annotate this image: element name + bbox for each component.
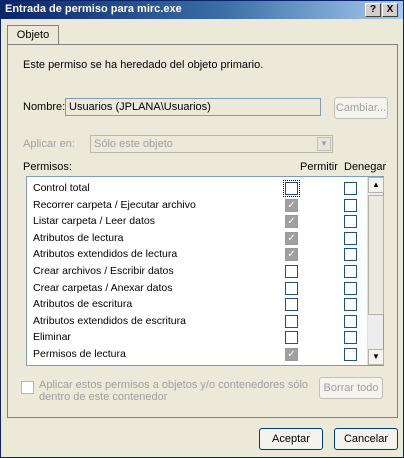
deny-checkbox[interactable] <box>344 231 357 245</box>
permission-row: Atributos extendidos de escritura <box>27 313 367 329</box>
deny-checkbox[interactable] <box>344 215 357 229</box>
deny-header: Denegar <box>344 161 387 173</box>
allow-checkbox[interactable] <box>285 314 298 328</box>
permission-entry-dialog: Entrada de permiso para mirc.exe ? X Obj… <box>0 0 404 458</box>
permission-row: Crear carpetas / Anexar datos <box>27 280 367 296</box>
allow-checkbox[interactable]: ✓ <box>285 348 298 361</box>
apply-to-label: Aplicar en: <box>23 138 75 150</box>
window-title: Entrada de permiso para mirc.exe <box>5 3 182 15</box>
permission-row: Atributos extendidos de lectura ✓ <box>27 246 367 262</box>
deny-checkbox[interactable] <box>344 248 357 262</box>
permission-row: Listar carpeta / Leer datos ✓ <box>27 213 367 229</box>
permission-row: Eliminar <box>27 329 367 345</box>
scroll-down-icon[interactable]: ▼ <box>368 349 384 365</box>
help-button[interactable]: ? <box>365 3 381 17</box>
permission-row: Crear archivos / Escribir datos <box>27 263 367 279</box>
deny-checkbox[interactable] <box>344 348 357 361</box>
permission-name: Eliminar <box>33 331 71 344</box>
permission-name: Control total <box>33 182 90 194</box>
close-button[interactable]: X <box>382 3 398 17</box>
permission-name: Crear archivos / Escribir datos <box>33 265 174 277</box>
allow-checkbox[interactable] <box>285 331 298 345</box>
deny-checkbox[interactable] <box>344 331 357 345</box>
permissions-list: ▲ ▼ Control total Recorrer carpeta / Ejec… <box>26 176 384 366</box>
deny-checkbox[interactable] <box>344 182 357 195</box>
permission-name: Atributos extendidos de lectura <box>33 248 178 261</box>
clear-all-button[interactable]: Borrar todo <box>319 377 383 399</box>
allow-checkbox[interactable]: ✓ <box>285 215 298 229</box>
deny-checkbox[interactable] <box>344 298 357 312</box>
permission-name: Listar carpeta / Leer datos <box>33 215 155 228</box>
permission-name: Atributos de escritura <box>33 298 133 311</box>
permission-name: Crear carpetas / Anexar datos <box>33 281 173 294</box>
deny-checkbox[interactable] <box>344 281 357 295</box>
permission-name: Atributos de lectura <box>33 231 124 244</box>
allow-checkbox[interactable]: ✓ <box>285 248 298 262</box>
permission-name: Atributos extendidos de escritura <box>33 314 186 327</box>
cancel-button[interactable]: Cancelar <box>334 428 398 450</box>
apply-children-label-2: dentro de este contenedor <box>39 391 168 403</box>
name-label: Nombre: <box>23 101 66 113</box>
permission-row: Atributos de escritura <box>27 296 367 312</box>
permission-row: Permisos de lectura ✓ <box>27 346 367 362</box>
permission-name: Recorrer carpeta / Ejecutar archivo <box>33 198 196 211</box>
deny-checkbox[interactable] <box>344 265 357 278</box>
allow-checkbox[interactable]: ✓ <box>285 231 298 245</box>
deny-checkbox[interactable] <box>344 314 357 328</box>
allow-checkbox[interactable] <box>285 265 298 278</box>
change-button[interactable]: Cambiar... <box>334 97 388 119</box>
permissions-header: Permisos: <box>23 161 72 173</box>
permission-row: Recorrer carpeta / Ejecutar archivo ✓ <box>27 197 367 213</box>
inherited-message: Este permiso se ha heredado del objeto p… <box>23 59 264 71</box>
allow-checkbox[interactable] <box>283 180 300 197</box>
allow-checkbox[interactable] <box>285 281 298 295</box>
allow-checkbox[interactable] <box>285 298 298 312</box>
title-bar[interactable]: Entrada de permiso para mirc.exe ? X <box>1 1 403 19</box>
combo-arrow-icon[interactable]: ▼ <box>317 137 331 151</box>
scroll-thumb[interactable] <box>368 195 384 315</box>
permission-row: Control total <box>27 180 367 197</box>
apply-to-value: Sólo este objeto <box>94 138 173 150</box>
permission-name: Permisos de lectura <box>33 348 126 360</box>
scroll-up-icon[interactable]: ▲ <box>368 177 384 193</box>
name-field: Usuarios (JPLANA\Usuarios) <box>65 98 321 116</box>
allow-checkbox[interactable]: ✓ <box>285 198 298 212</box>
apply-children-label-1: Aplicar estos permisos a objetos y/o con… <box>39 379 309 391</box>
permissions-scrollbar[interactable]: ▲ ▼ <box>367 177 384 365</box>
permission-row: Atributos de lectura ✓ <box>27 230 367 246</box>
deny-checkbox[interactable] <box>344 198 357 212</box>
apply-children-checkbox[interactable] <box>21 381 34 394</box>
allow-header: Permitir <box>300 161 338 173</box>
tab-objeto[interactable]: Objeto <box>7 25 59 45</box>
ok-button[interactable]: Aceptar <box>259 428 323 450</box>
apply-to-combo[interactable]: Sólo este objeto ▼ <box>90 135 333 153</box>
